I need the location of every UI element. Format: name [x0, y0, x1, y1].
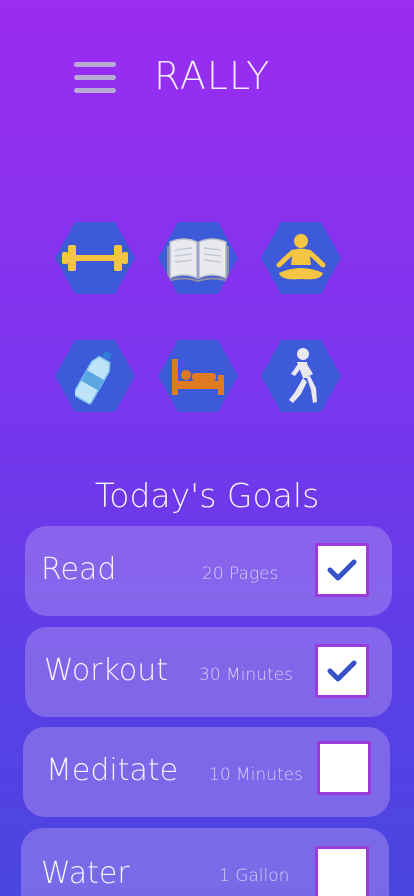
- reading-category-button[interactable]: [158, 222, 238, 294]
- goal-name: Read: [41, 552, 117, 587]
- header: RALLY: [0, 52, 414, 104]
- walking-icon: [289, 348, 317, 403]
- water-category-button[interactable]: [55, 340, 135, 412]
- walking-category-button[interactable]: [261, 340, 341, 412]
- goal-card-water: Water 1 Gallon: [21, 828, 389, 896]
- checkmark-icon: [327, 660, 357, 682]
- book-icon: [167, 238, 229, 282]
- meditation-icon: [276, 234, 326, 280]
- goals-title: Today's Goals: [94, 476, 320, 515]
- goal-checkbox-read[interactable]: [315, 543, 369, 597]
- goal-checkbox-workout[interactable]: [315, 644, 369, 698]
- goal-amount: 10 Minutes: [209, 765, 303, 785]
- goal-name: Workout: [44, 653, 169, 688]
- goal-amount: 30 Minutes: [199, 665, 293, 685]
- goal-amount: 20 Pages: [202, 564, 279, 584]
- meditation-category-button[interactable]: [261, 222, 341, 294]
- goal-card-meditate: Meditate 10 Minutes: [23, 727, 390, 817]
- sleep-category-button[interactable]: [158, 340, 238, 412]
- goal-checkbox-meditate[interactable]: [317, 741, 371, 795]
- goal-checkbox-water[interactable]: [315, 846, 369, 896]
- app-title: RALLY: [154, 54, 271, 98]
- menu-icon[interactable]: [74, 62, 116, 94]
- goal-card-workout: Workout 30 Minutes: [25, 627, 392, 717]
- goal-amount: 1 Gallon: [219, 866, 290, 886]
- goal-card-read: Read 20 Pages: [25, 526, 392, 616]
- workout-category-button[interactable]: [55, 222, 135, 294]
- dumbbell-icon: [62, 245, 128, 271]
- goal-name: Water: [41, 856, 130, 891]
- goal-name: Meditate: [46, 753, 179, 788]
- checkmark-icon: [327, 559, 357, 581]
- water-bottle-icon: [75, 350, 112, 405]
- bed-icon: [172, 359, 224, 395]
